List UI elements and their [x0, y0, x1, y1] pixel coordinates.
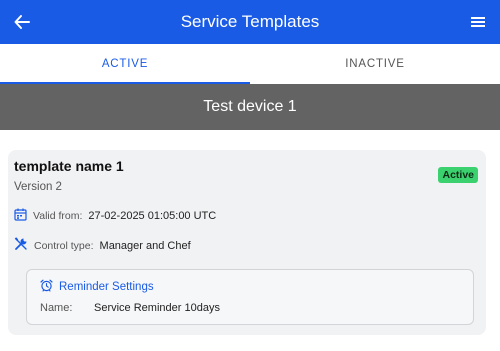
template-version: Version 2 [14, 181, 62, 193]
hamburger-menu-icon[interactable] [464, 8, 492, 36]
alarm-clock-icon [40, 279, 53, 295]
device-name: Test device 1 [203, 98, 297, 115]
reminder-settings-box: Reminder Settings Name: Service Reminder… [26, 269, 474, 325]
control-type-label: Control type: [34, 239, 94, 252]
device-header: Test device 1 [0, 84, 500, 130]
reminder-name-label: Name: [40, 302, 73, 314]
reminder-settings-title: Reminder Settings [59, 281, 154, 293]
template-card[interactable]: template name 1 Version 2 Active Valid f… [8, 150, 486, 335]
template-name: template name 1 [14, 158, 124, 174]
reminder-name-value: Service Reminder 10days [94, 302, 220, 314]
valid-from-row: Valid from: 27-02-2025 01:05:00 UTC [14, 208, 216, 224]
back-arrow-icon[interactable] [8, 8, 36, 36]
tab-active[interactable]: ACTIVE [0, 44, 250, 84]
tab-inactive[interactable]: INACTIVE [250, 44, 500, 84]
page-title: Service Templates [180, 12, 320, 31]
app-header: Service Templates [0, 0, 500, 44]
valid-from-value: 27-02-2025 01:05:00 UTC [88, 210, 217, 222]
status-badge: Active [438, 167, 478, 183]
control-type-value: Manager and Chef [99, 239, 191, 252]
status-tabs: ACTIVE INACTIVE [0, 44, 500, 84]
reminder-name-row: Name: Service Reminder 10days [40, 302, 220, 314]
valid-from-label: Valid from: [33, 210, 83, 222]
control-type-row: Control type: Manager and Chef [14, 237, 191, 254]
calendar-icon [14, 208, 27, 224]
reminder-settings-link[interactable]: Reminder Settings [40, 279, 154, 295]
tools-icon [14, 237, 28, 254]
